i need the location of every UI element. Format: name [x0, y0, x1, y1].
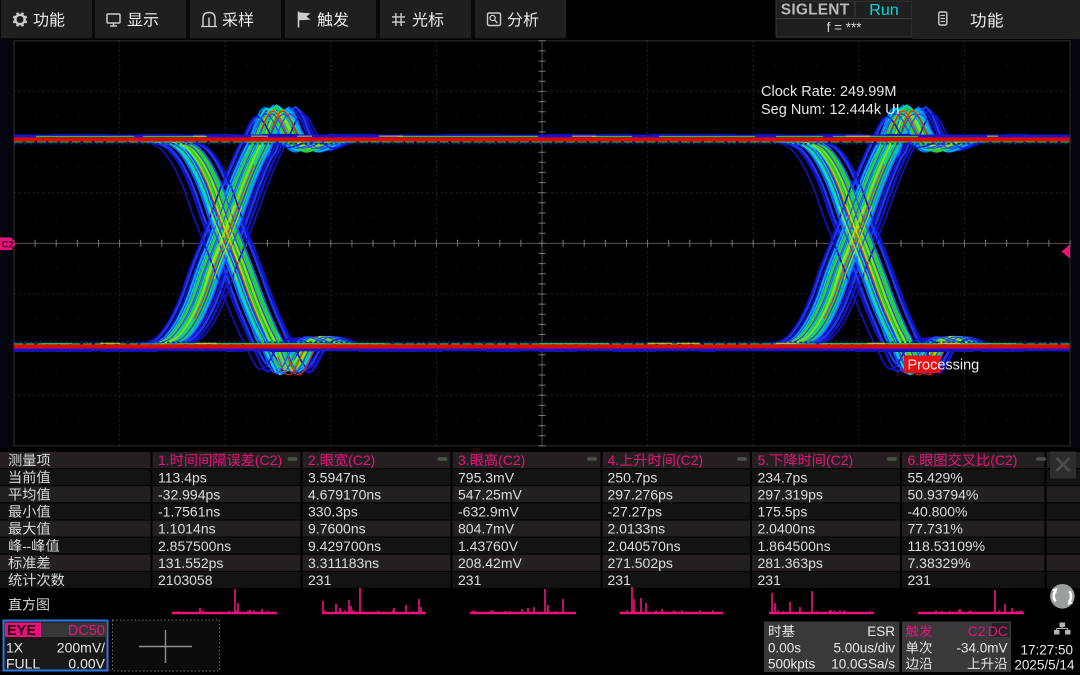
svg-text:(C2): (C2): [676, 452, 703, 468]
svg-text:3.311183ns: 3.311183ns: [308, 555, 379, 571]
svg-text:-32.994ps: -32.994ps: [158, 486, 220, 502]
svg-text:795.3mV: 795.3mV: [458, 469, 515, 485]
svg-text:113.4ps: 113.4ps: [158, 469, 207, 485]
svg-text:--: --: [22, 539, 31, 554]
svg-text:EYE: EYE: [7, 623, 36, 639]
svg-text:4.679170ns: 4.679170ns: [308, 486, 381, 502]
svg-text:(C2): (C2): [255, 452, 282, 468]
svg-text:330.3ps: 330.3ps: [308, 504, 358, 520]
svg-text:C2: C2: [968, 623, 986, 639]
svg-text:5.00us/div: 5.00us/div: [834, 641, 896, 656]
svg-text:175.5ps: 175.5ps: [758, 504, 808, 520]
svg-text:2025/5/14: 2025/5/14: [1014, 658, 1075, 673]
svg-text:DC50: DC50: [68, 623, 105, 639]
svg-text:1X: 1X: [6, 640, 24, 656]
svg-text:231: 231: [908, 572, 932, 588]
svg-text:3.: 3.: [458, 452, 470, 468]
svg-text:Processing: Processing: [908, 358, 980, 374]
svg-text:250.7ps: 250.7ps: [608, 469, 658, 485]
svg-text:547.25mV: 547.25mV: [458, 486, 522, 502]
svg-text:804.7mV: 804.7mV: [458, 521, 515, 537]
svg-text:0.00s: 0.00s: [768, 641, 801, 656]
svg-text:ESR: ESR: [867, 624, 895, 639]
svg-text:(C2): (C2): [826, 452, 853, 468]
svg-text:(C2): (C2): [498, 452, 525, 468]
svg-text:-1.7561ns: -1.7561ns: [158, 504, 220, 520]
svg-text:1.43760V: 1.43760V: [458, 538, 519, 554]
svg-text:(C2): (C2): [348, 452, 375, 468]
svg-text:231: 231: [458, 572, 482, 588]
svg-text:(C2): (C2): [990, 452, 1017, 468]
svg-text:50.93794%: 50.93794%: [908, 486, 979, 502]
svg-text:DC: DC: [988, 623, 1008, 639]
svg-text:1.: 1.: [158, 452, 170, 468]
svg-text:10.0GSa/s: 10.0GSa/s: [831, 657, 895, 672]
svg-text:500kpts: 500kpts: [768, 657, 816, 672]
svg-text:Clock Rate: 249.99M: Clock Rate: 249.99M: [761, 84, 896, 100]
svg-text:17:27:50: 17:27:50: [1021, 643, 1074, 658]
svg-text:Run: Run: [869, 2, 898, 19]
svg-text:2103058: 2103058: [158, 572, 213, 588]
svg-text:2.857500ns: 2.857500ns: [158, 538, 231, 554]
svg-text:6.: 6.: [908, 452, 920, 468]
svg-text:-632.9mV: -632.9mV: [458, 504, 519, 520]
svg-text:Seg Num: 12.444k UI: Seg Num: 12.444k UI: [761, 102, 900, 118]
svg-text:55.429%: 55.429%: [908, 469, 963, 485]
svg-text:208.42mV: 208.42mV: [458, 555, 522, 571]
svg-text:77.731%: 77.731%: [908, 521, 963, 537]
svg-text:2.040570ns: 2.040570ns: [608, 538, 681, 554]
svg-text:200mV/: 200mV/: [57, 640, 105, 656]
svg-text:9.429700ns: 9.429700ns: [308, 538, 381, 554]
svg-text:231: 231: [608, 572, 632, 588]
svg-text:SIGLENT: SIGLENT: [781, 2, 850, 19]
svg-text:2.0400ns: 2.0400ns: [758, 521, 816, 537]
svg-text:C2: C2: [2, 240, 14, 251]
svg-text:4.: 4.: [608, 452, 620, 468]
svg-text:271.502ps: 271.502ps: [608, 555, 673, 571]
svg-text:0.00V: 0.00V: [68, 656, 105, 672]
svg-text:234.7ps: 234.7ps: [758, 469, 808, 485]
svg-text:281.363ps: 281.363ps: [758, 555, 823, 571]
svg-text:118.53109%: 118.53109%: [908, 538, 986, 554]
svg-text:131.552ps: 131.552ps: [158, 555, 223, 571]
svg-text:2.: 2.: [308, 452, 320, 468]
svg-text:FULL: FULL: [6, 656, 40, 672]
svg-text:-34.0mV: -34.0mV: [957, 641, 1008, 656]
svg-text:-27.27ps: -27.27ps: [608, 504, 662, 520]
svg-text:1.864500ns: 1.864500ns: [758, 538, 831, 554]
svg-text:231: 231: [758, 572, 782, 588]
svg-text:-40.800%: -40.800%: [908, 504, 968, 520]
svg-text:3.5947ns: 3.5947ns: [308, 469, 366, 485]
svg-text:7.38329%: 7.38329%: [908, 555, 971, 571]
svg-text:9.7600ns: 9.7600ns: [308, 521, 366, 537]
svg-text:297.276ps: 297.276ps: [608, 486, 673, 502]
svg-text:297.319ps: 297.319ps: [758, 486, 823, 502]
svg-text:231: 231: [308, 572, 332, 588]
svg-text:2.0133ns: 2.0133ns: [608, 521, 666, 537]
svg-text:5.: 5.: [758, 452, 770, 468]
svg-text:f = ***: f = ***: [827, 20, 863, 35]
svg-text:1.1014ns: 1.1014ns: [158, 521, 216, 537]
